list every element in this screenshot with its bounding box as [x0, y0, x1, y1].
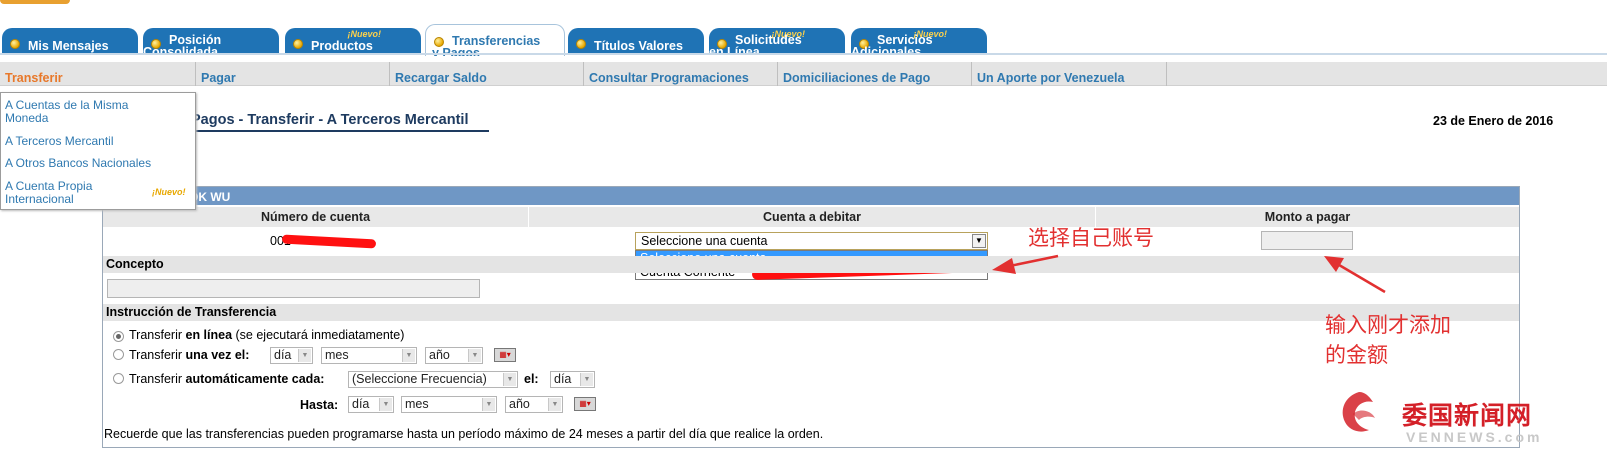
arrow-to-account [992, 254, 1059, 274]
watermark-name: 委国新闻网 [1402, 401, 1533, 430]
vennews-logo [1342, 392, 1375, 432]
watermark-site: VENNEWS.com [1406, 429, 1543, 445]
arrow-to-amount [1324, 256, 1386, 294]
